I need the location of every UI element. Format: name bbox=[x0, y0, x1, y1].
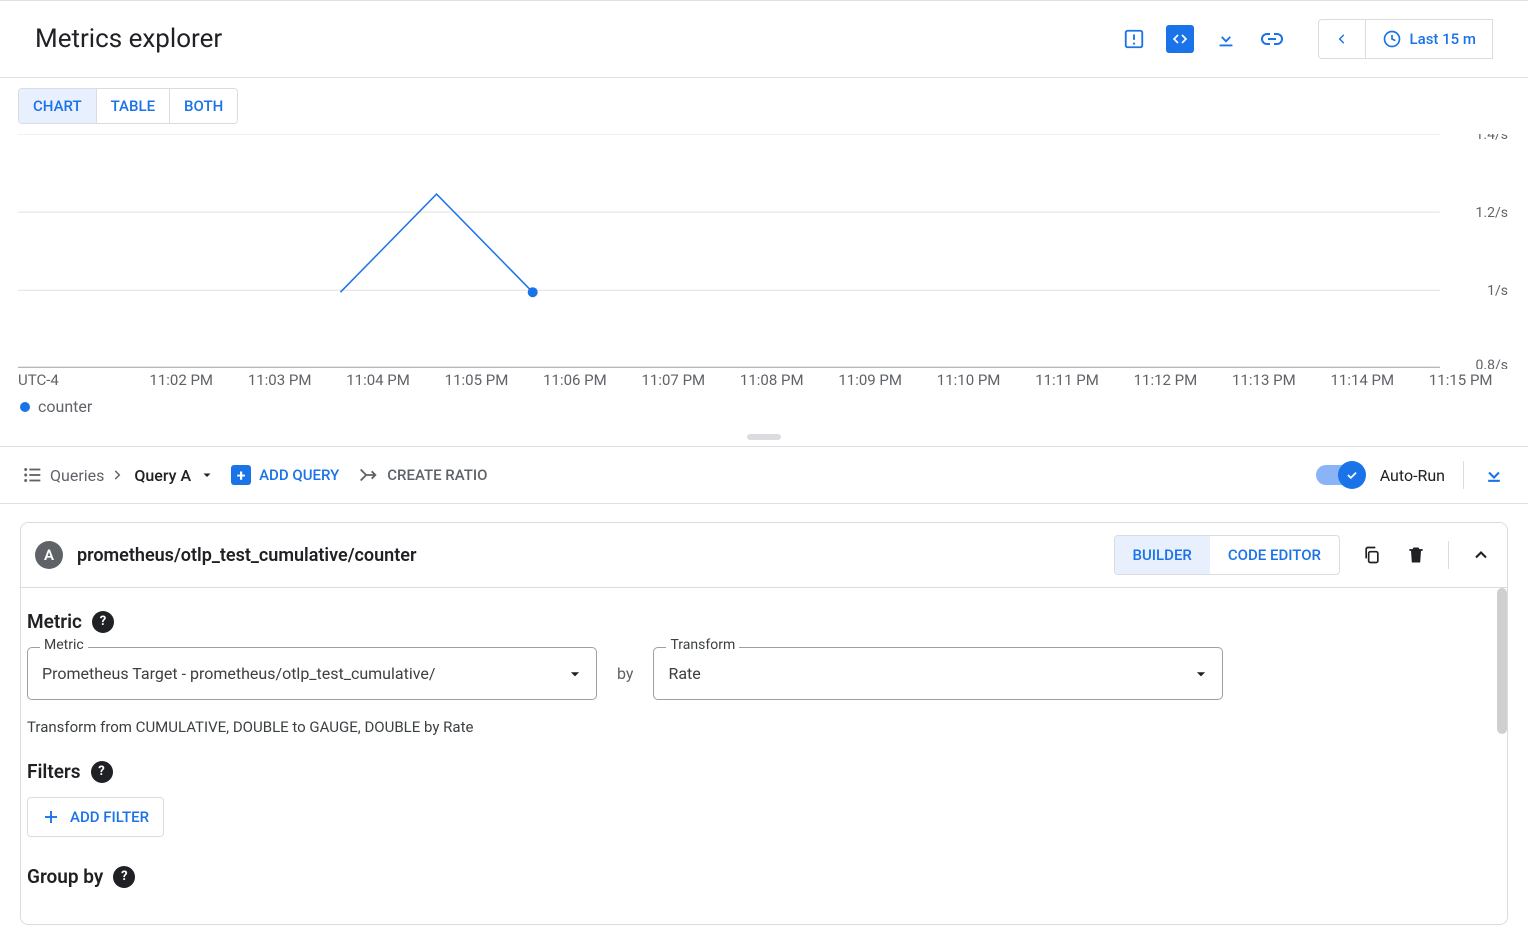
legend-dot-icon bbox=[20, 402, 30, 412]
query-title: prometheus/otlp_test_cumulative/counter bbox=[77, 545, 416, 566]
transform-description: Transform from CUMULATIVE, DOUBLE to GAU… bbox=[27, 718, 1501, 736]
header: Metrics explorer Last 15 m bbox=[0, 1, 1528, 77]
queries-breadcrumb: Queries Query A bbox=[22, 464, 213, 486]
header-actions: Last 15 m bbox=[1120, 19, 1493, 59]
check-icon bbox=[1345, 468, 1359, 482]
tab-builder[interactable]: BUILDER bbox=[1115, 536, 1210, 574]
breadcrumb-root[interactable]: Queries bbox=[50, 466, 104, 485]
plus-icon bbox=[42, 808, 60, 826]
chart-legend: counter bbox=[18, 389, 1510, 416]
x-tick: 11:13 PM bbox=[1215, 371, 1313, 389]
collapse-button[interactable] bbox=[1469, 543, 1493, 567]
metric-section-title: Metric bbox=[27, 610, 82, 633]
copy-button[interactable] bbox=[1360, 543, 1384, 567]
add-filter-button[interactable]: ADD FILTER bbox=[27, 797, 164, 837]
svg-text:1.4/s: 1.4/s bbox=[1476, 134, 1508, 143]
add-query-label: ADD QUERY bbox=[259, 466, 339, 484]
code-icon[interactable] bbox=[1166, 25, 1194, 53]
chevron-right-icon bbox=[110, 468, 124, 482]
help-icon[interactable]: ? bbox=[92, 611, 114, 633]
x-tick: 11:10 PM bbox=[919, 371, 1017, 389]
time-range-label: Last 15 m bbox=[1410, 30, 1476, 48]
metric-select[interactable]: Metric Prometheus Target - prometheus/ot… bbox=[27, 647, 597, 700]
x-tick: 11:05 PM bbox=[427, 371, 525, 389]
merge-icon bbox=[357, 464, 379, 486]
help-icon[interactable]: ? bbox=[91, 761, 113, 783]
x-tick: 11:09 PM bbox=[821, 371, 919, 389]
add-filter-label: ADD FILTER bbox=[70, 808, 149, 826]
query-card-body: Metric ? Metric Prometheus Target - prom… bbox=[21, 588, 1507, 924]
collapse-all-button[interactable] bbox=[1482, 463, 1506, 487]
list-icon bbox=[22, 464, 44, 486]
x-tick: 11:14 PM bbox=[1313, 371, 1411, 389]
filters-section-title: Filters bbox=[27, 760, 81, 783]
time-nav: Last 15 m bbox=[1318, 19, 1493, 59]
x-tick: 11:04 PM bbox=[329, 371, 427, 389]
tab-chart[interactable]: CHART bbox=[19, 89, 97, 123]
create-ratio-button[interactable]: CREATE RATIO bbox=[357, 464, 487, 486]
x-tick: 11:06 PM bbox=[526, 371, 624, 389]
breadcrumb-current[interactable]: Query A bbox=[130, 466, 195, 485]
query-card: A prometheus/otlp_test_cumulative/counte… bbox=[20, 522, 1508, 925]
transform-field-value: Rate bbox=[668, 664, 700, 683]
time-range-button[interactable]: Last 15 m bbox=[1366, 19, 1493, 59]
x-tick: 11:07 PM bbox=[624, 371, 722, 389]
x-tick: 11:08 PM bbox=[723, 371, 821, 389]
download-icon[interactable] bbox=[1212, 25, 1240, 53]
create-ratio-label: CREATE RATIO bbox=[387, 466, 487, 484]
report-icon[interactable] bbox=[1120, 25, 1148, 53]
auto-run-toggle[interactable] bbox=[1316, 465, 1362, 485]
view-tabs-row: CHART TABLE BOTH bbox=[0, 78, 1528, 134]
by-label: by bbox=[617, 664, 633, 683]
delete-button[interactable] bbox=[1404, 543, 1428, 567]
add-query-button[interactable]: + ADD QUERY bbox=[231, 465, 339, 485]
clock-icon bbox=[1382, 29, 1402, 49]
caret-down-icon[interactable] bbox=[201, 469, 213, 481]
time-prev-button[interactable] bbox=[1318, 19, 1366, 59]
groupby-section-title: Group by bbox=[27, 865, 103, 888]
svg-text:0.8/s: 0.8/s bbox=[1476, 357, 1508, 369]
x-tick: 11:15 PM bbox=[1411, 371, 1509, 389]
tab-both[interactable]: BOTH bbox=[170, 89, 237, 123]
timezone-label: UTC-4 bbox=[18, 371, 132, 389]
page-title: Metrics explorer bbox=[35, 24, 222, 54]
x-tick: 11:03 PM bbox=[230, 371, 328, 389]
svg-text:1/s: 1/s bbox=[1487, 283, 1508, 299]
tab-table[interactable]: TABLE bbox=[97, 89, 170, 123]
transform-select[interactable]: Transform Rate bbox=[653, 647, 1223, 700]
chart: 1.4/s 1.2/s 1/s 0.8/s UTC-4 11:02 PM 11:… bbox=[0, 134, 1528, 422]
metric-field-label: Metric bbox=[40, 637, 88, 653]
x-axis: UTC-4 11:02 PM 11:03 PM 11:04 PM 11:05 P… bbox=[18, 371, 1510, 389]
x-tick: 11:12 PM bbox=[1116, 371, 1214, 389]
auto-run-label: Auto-Run bbox=[1380, 466, 1445, 485]
link-icon[interactable] bbox=[1258, 25, 1286, 53]
x-tick: 11:02 PM bbox=[132, 371, 230, 389]
resize-handle[interactable] bbox=[747, 434, 781, 440]
tab-code-editor[interactable]: CODE EDITOR bbox=[1210, 536, 1339, 574]
queries-bar: Queries Query A + ADD QUERY CREATE RATIO… bbox=[0, 446, 1528, 504]
svg-text:1.2/s: 1.2/s bbox=[1476, 205, 1508, 221]
legend-label: counter bbox=[38, 397, 92, 416]
caret-down-icon bbox=[1194, 667, 1208, 681]
caret-down-icon bbox=[568, 667, 582, 681]
plus-icon: + bbox=[231, 465, 251, 485]
transform-field-label: Transform bbox=[666, 637, 739, 653]
toggle-knob bbox=[1338, 461, 1366, 489]
x-tick: 11:11 PM bbox=[1018, 371, 1116, 389]
metric-field-value: Prometheus Target - prometheus/otlp_test… bbox=[42, 664, 435, 683]
query-badge: A bbox=[35, 541, 63, 569]
query-card-header: A prometheus/otlp_test_cumulative/counte… bbox=[21, 523, 1507, 588]
help-icon[interactable]: ? bbox=[113, 866, 135, 888]
